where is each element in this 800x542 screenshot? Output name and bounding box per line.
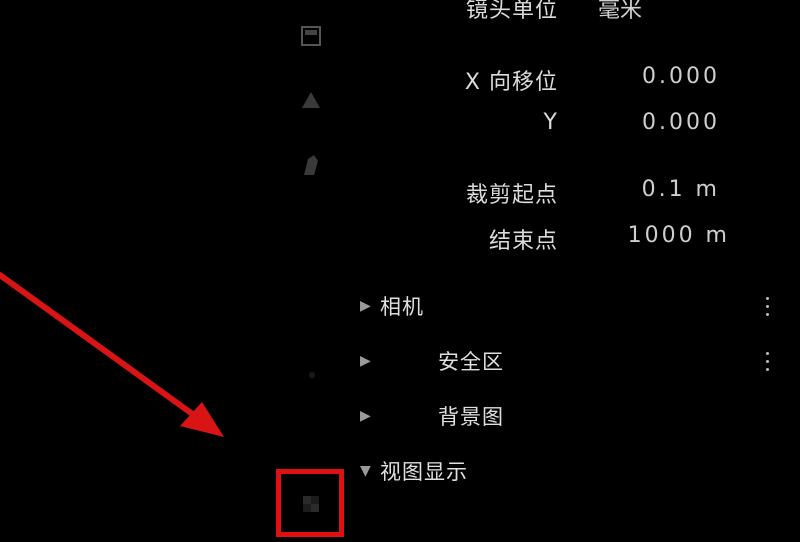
highlighted-texture-tab[interactable] <box>276 469 344 537</box>
texture-icon <box>303 496 319 512</box>
annotation-arrow <box>0 272 224 437</box>
